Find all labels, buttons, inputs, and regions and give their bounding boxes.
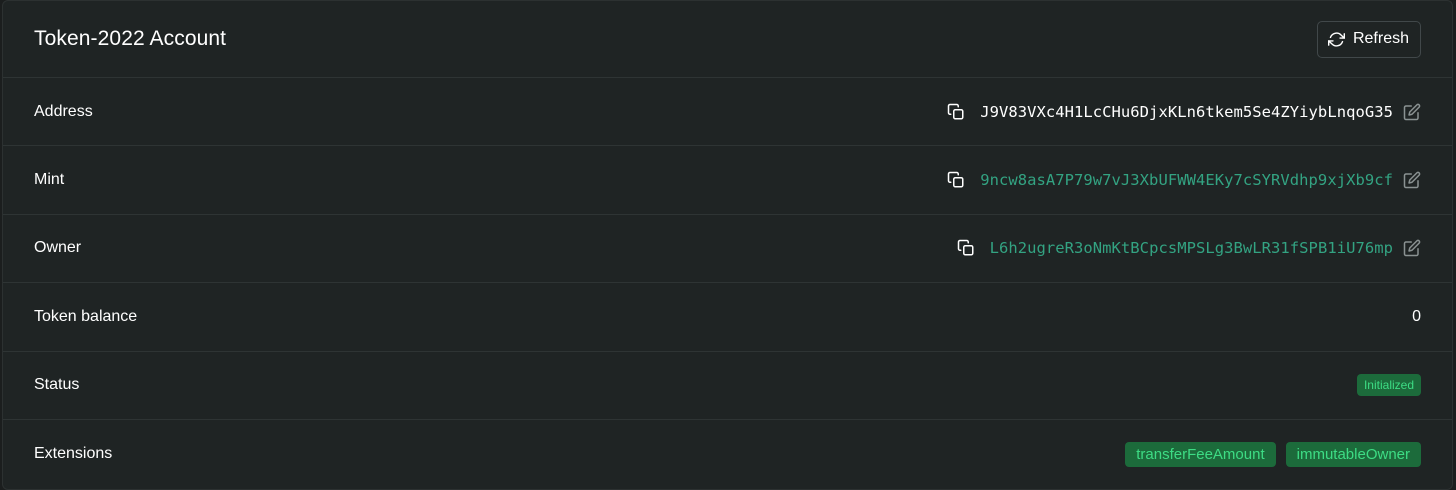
row-token-balance: Token balance 0 (3, 283, 1452, 352)
copy-icon[interactable] (947, 103, 965, 121)
page-title: Token-2022 Account (34, 27, 227, 50)
extension-badge: immutableOwner (1285, 441, 1421, 467)
owner-value-group: L6h2ugreR3oNmKtBCpcsMPSLg3BwLR31fSPB1iU7… (957, 239, 1421, 257)
extensions-label: Extensions (34, 445, 113, 463)
token-balance-value: 0 (1412, 307, 1421, 325)
row-owner: Owner L6h2ugreR3oNmKtBCpcsMPSLg3BwLR31fS… (3, 215, 1452, 284)
refresh-icon (1327, 31, 1345, 48)
card-header: Token-2022 Account Refresh (3, 1, 1452, 78)
refresh-label: Refresh (1352, 30, 1409, 47)
copy-icon[interactable] (947, 171, 965, 189)
extensions-list: transferFeeAmount immutableOwner (1115, 441, 1421, 467)
copy-icon[interactable] (957, 239, 975, 257)
address-value-group: J9V83VXc4H1LcCHu6DjxKLn6tkem5Se4ZYiybLnq… (947, 103, 1421, 121)
extension-badge: transferFeeAmount (1125, 441, 1276, 467)
edit-icon[interactable] (1403, 103, 1421, 121)
row-extensions: Extensions transferFeeAmount immutableOw… (3, 420, 1452, 488)
edit-icon[interactable] (1403, 171, 1421, 189)
row-address: Address J9V83VXc4H1LcCHu6DjxKLn6tkem5Se4… (3, 78, 1452, 147)
owner-label: Owner (34, 239, 82, 257)
token-balance-label: Token balance (34, 307, 138, 325)
mint-address-link[interactable]: 9ncw8asA7P79w7vJ3XbUFWW4EKy7cSYRVdhp9xjX… (980, 171, 1393, 189)
address-value: J9V83VXc4H1LcCHu6DjxKLn6tkem5Se4ZYiybLnq… (980, 102, 1393, 121)
edit-icon[interactable] (1403, 239, 1421, 257)
refresh-button[interactable]: Refresh (1316, 20, 1421, 58)
row-mint: Mint 9ncw8asA7P79w7vJ3XbUFWW4EKy7cSYRVdh… (3, 146, 1452, 215)
token-account-card: Token-2022 Account Refresh Address J9V83 (2, 0, 1453, 490)
row-status: Status Initialized (3, 352, 1452, 420)
status-label: Status (34, 376, 80, 394)
mint-label: Mint (34, 171, 65, 189)
address-label: Address (34, 102, 93, 120)
status-badge: Initialized (1356, 374, 1421, 397)
owner-address-link[interactable]: L6h2ugreR3oNmKtBCpcsMPSLg3BwLR31fSPB1iU7… (990, 239, 1393, 257)
mint-value-group: 9ncw8asA7P79w7vJ3XbUFWW4EKy7cSYRVdhp9xjX… (947, 171, 1421, 189)
